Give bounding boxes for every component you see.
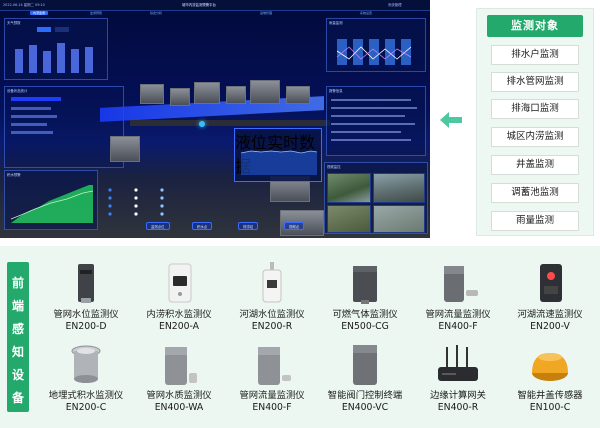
device-card[interactable]: 管网水质监测仪 EN400-WA [135,343,223,414]
camera-feed[interactable] [327,205,371,233]
nav-tab[interactable]: 综合分析 [150,11,162,15]
green-area-decoration [10,185,94,223]
weather-bars-decoration [15,27,93,73]
water-quality-icon [135,343,223,387]
monitoring-item[interactable]: 排水户监测 [491,45,579,65]
camera-feed[interactable] [327,173,371,203]
arrow-left-icon [440,112,462,128]
nav-tab[interactable]: 监测预警 [90,11,102,15]
monitoring-item[interactable]: 排水管网监测 [491,72,579,92]
device-card[interactable]: 内涝积水监测仪 EN200-A [135,262,223,333]
device-status-panel: 设备状态统计 [4,86,124,168]
topbar-system[interactable]: 系统管理 [388,2,402,7]
nav-tab[interactable]: 系统设置 [360,11,372,15]
dashboard-nav: 内涝监测 监测预警 综合分析 运维管理 系统设置 [0,11,430,17]
map-layer-button[interactable]: 积水点 [192,222,213,230]
monitoring-title: 监测对象 [487,15,583,37]
panel-title: 视频监控 [327,165,341,169]
popup-line-decoration [240,150,318,175]
gateway-router-icon [414,343,502,387]
flow-meter-icon [228,343,316,387]
monitoring-objects-panel: 监测对象 排水户监测 排水管网监测 排海口监测 城区内涝监测 井盖监测 调蓄池监… [476,8,594,236]
device-card[interactable]: 河湖流速监测仪 EN200-V [506,262,594,333]
monitoring-item[interactable]: 井盖监测 [491,155,579,175]
monitoring-item[interactable]: 排海口监测 [491,99,579,119]
video-panel: 视频监控 [324,162,428,234]
device-card[interactable]: 管网流量监测仪 EN400-F [414,262,502,333]
map-layer-button[interactable]: 监测点位 [146,222,170,230]
monitoring-item[interactable]: 雨量监测 [491,211,579,231]
radar-level-icon [228,262,316,306]
alarm-panel: 报警信息 [326,86,426,156]
nav-tab[interactable]: 运维管理 [260,11,272,15]
topbar-title: 城市内涝监测预警平台 [182,3,216,7]
level-popup[interactable]: 液位实时数据 [234,128,322,182]
device-card[interactable]: 管网流量监测仪 EN400-F [228,343,316,414]
waterlogging-panel: 积水预警 [4,170,98,230]
topbar-datetime: 2022-06-14 星期二 09:10 [3,3,45,7]
gas-detector-icon [321,262,409,306]
buried-sensor-icon [42,343,130,387]
level-meter-icon [42,262,130,306]
status-decoration [11,97,61,134]
flow-meter-icon [414,262,502,306]
valve-controller-icon [321,343,409,387]
device-card[interactable]: 智能井盖传感器 EN100-C [506,343,594,414]
map-layer-button[interactable]: 排涝站 [238,222,259,230]
dashboard-topbar: 2022-06-14 星期二 09:10 城市内涝监测预警平台 系统管理 [0,0,430,11]
device-card[interactable]: 管网水位监测仪 EN200-D [42,262,130,333]
manhole-sensor-icon [506,343,594,387]
map-layer-button[interactable]: 视频点 [284,222,305,230]
velocity-meter-icon [506,262,594,306]
device-card[interactable]: 地埋式积水监测仪 EN200-C [42,343,130,414]
alarm-list-decoration [331,99,417,141]
page: 2022-06-14 星期二 09:10 城市内涝监测预警平台 系统管理 内涝监… [0,0,600,428]
monitoring-item[interactable]: 城区内涝监测 [491,127,579,147]
waterlogging-sensor-icon [135,262,223,306]
device-card[interactable]: 可燃气体监测仪 EN500-CG [321,262,409,333]
monitoring-item[interactable]: 调蓄池监测 [491,183,579,203]
camera-feed[interactable] [373,205,425,233]
nav-tab-active[interactable]: 内涝监测 [30,11,49,15]
map-marker-icon[interactable] [199,121,205,127]
devices-side-label: 前 端 感 知 设 备 [7,262,29,412]
weather-panel: 天气预报 [4,18,108,80]
dashboard-screenshot: 2022-06-14 星期二 09:10 城市内涝监测预警平台 系统管理 内涝监… [0,0,430,238]
device-card[interactable]: 边缘计算网关 EN400-R [414,343,502,414]
device-card[interactable]: 河湖水位监测仪 EN200-R [228,262,316,333]
rainfall-panel: 雨量监测 [326,18,426,72]
device-card[interactable]: 智能阀门控制终端 EN400-VC [321,343,409,414]
camera-feed[interactable] [373,173,425,203]
rainfall-decoration [336,39,412,65]
